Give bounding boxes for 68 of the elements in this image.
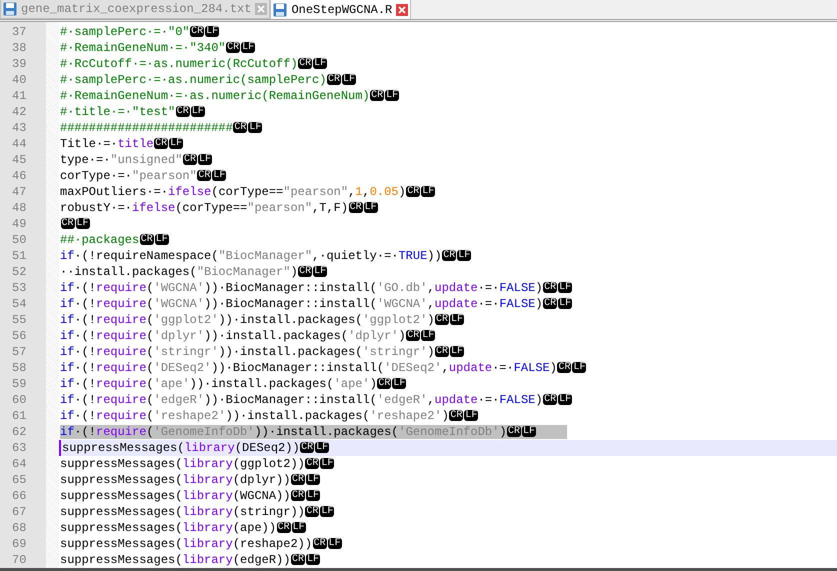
line-number: 59	[12, 377, 26, 391]
code-line: if·(!require('edgeR'))·BiocManager::install('edgeR',update·=·FALSE)CR LF	[59, 392, 574, 408]
line-number: 55	[12, 313, 26, 327]
code-line: #·RcCutoff·=·as.numeric(RcCutoff)CR LF	[59, 56, 328, 72]
code-line: corType·=·"pearson"CR LF	[59, 168, 228, 184]
line-number: 46	[12, 169, 26, 183]
line-number: 61	[12, 409, 26, 423]
code-line: if·(!require('ggplot2'))·install.packages('ggplot2')CR LF	[59, 312, 466, 328]
line-number: 44	[12, 137, 26, 151]
line-number: 70	[12, 553, 26, 567]
code-line: Title·=·title CR LF	[59, 136, 184, 152]
code-line: if·(!require('WGCNA'))·BiocManager::install('GO.db',update·=·FALSE)CR LF	[59, 280, 574, 296]
line-number: 62	[12, 425, 26, 439]
code-line: if·(!requireNamespace("BiocManager",·quietly·=·TRUE))CR LF	[59, 248, 472, 264]
line-number: 37	[12, 25, 26, 39]
code-line: suppressMessages(library(reshape2))CR LF	[59, 536, 343, 552]
code-line: #·samplePerc·=·"0"CR LF	[59, 24, 220, 40]
line-number: 69	[12, 537, 26, 551]
line-number: 47	[12, 185, 26, 199]
line-number: 38	[12, 41, 26, 55]
close-icon[interactable]	[396, 4, 408, 16]
line-number: 52	[12, 265, 26, 279]
tab[interactable]: OneStepWGCNA.R	[270, 0, 412, 19]
line-number: 68	[12, 521, 26, 535]
code-line: robustY·=·ifelse(corType=="pearson",T,F)CR LF	[59, 200, 379, 216]
code-line: #·title·=·"test"CR LF	[59, 104, 206, 120]
code-line: maxPOutliers·=·ifelse(corType=="pearson",1,0.05)CR LF	[59, 184, 436, 200]
line-number: 50	[12, 233, 26, 247]
code-line: if·(!require('DESeq2'))·BiocManager::install('DESeq2',update·=·FALSE)CR LF	[59, 360, 588, 376]
code-line: if·(!require('ape'))·install.packages('ape')CR LF	[59, 376, 408, 392]
line-number: 48	[12, 201, 26, 215]
code-line: suppressMessages(library(WGCNA))CR LF	[59, 488, 321, 504]
line-number: 56	[12, 329, 26, 343]
code-line: suppressMessages(library(ggplot2))CR LF	[59, 456, 336, 472]
line-number: 41	[12, 89, 26, 103]
code-line: CR LF	[60, 217, 91, 232]
line-number: 51	[12, 249, 26, 263]
code-line: type·=·"unsigned"CR LF	[59, 152, 213, 168]
code-line: suppressMessages(library(ape))CR LF	[59, 520, 307, 536]
line-number: 67	[12, 505, 26, 519]
line-number: 58	[12, 361, 26, 375]
line-number: 64	[12, 457, 26, 471]
line-number: 63	[12, 441, 26, 455]
code-line: suppressMessages(library(dplyr))CR LF	[59, 472, 321, 488]
line-number: 54	[12, 297, 26, 311]
line-number: 39	[12, 57, 26, 71]
line-number: 65	[12, 473, 26, 487]
code-line: if·(!require('stringr'))·install.packages('stringr')CR LF	[59, 344, 466, 360]
code-line: ··install.packages("BiocManager")CR LF	[59, 264, 328, 280]
line-number: 45	[12, 153, 26, 167]
line-number: 66	[12, 489, 26, 503]
code-line: if·(!require('WGCNA'))·BiocManager::install('WGCNA',update·=·FALSE)CR LF	[59, 296, 574, 312]
line-number: 53	[12, 281, 26, 295]
code-line: suppressMessages(library(edgeR))CR LF	[59, 552, 321, 568]
line-number: 40	[12, 73, 26, 87]
line-number: 57	[12, 345, 26, 359]
code-line: if·(!require('dplyr'))·install.packages('dplyr')CR LF	[59, 328, 436, 344]
code-line: #·RemainGeneNum·=·as.numeric(RemainGeneNum)CR LF	[59, 88, 400, 104]
code-line: ########################CR LF	[59, 120, 264, 136]
code-line: #·samplePerc·=·as.numeric(samplePerc)CR LF	[59, 72, 357, 88]
line-number: 42	[12, 105, 26, 119]
code-line: ##·packages CR LF	[59, 232, 170, 248]
line-number: 43	[12, 121, 26, 135]
line-number: 49	[12, 217, 26, 231]
code-line: #·RemainGeneNum·=·"340"CR LF	[59, 40, 256, 56]
code-line: suppressMessages(library(stringr))CR LF	[59, 504, 336, 520]
line-number: 60	[12, 393, 26, 407]
code-line: if·(!require('reshape2'))·install.packages('reshape2')CR LF	[59, 408, 480, 424]
